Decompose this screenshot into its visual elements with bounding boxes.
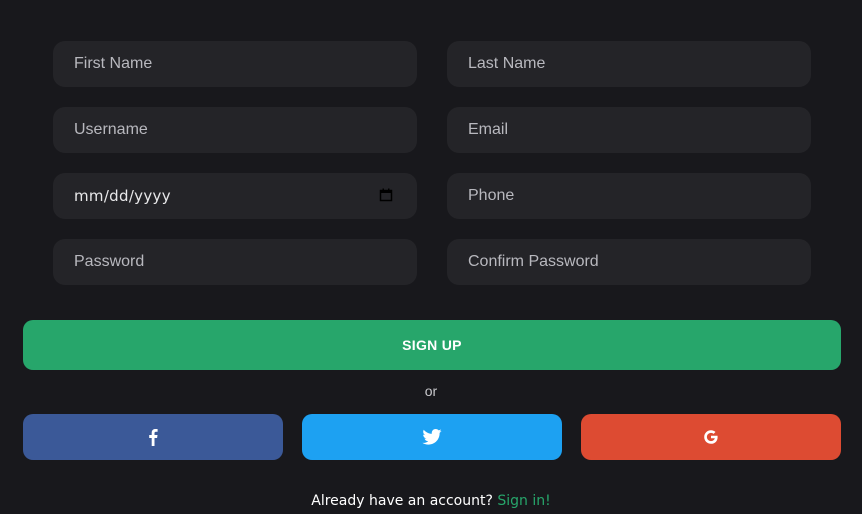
- confirm-password-input[interactable]: Confirm Password: [447, 239, 811, 285]
- last-name-input[interactable]: Last Name: [447, 41, 811, 87]
- first-name-input[interactable]: First Name: [53, 41, 417, 87]
- facebook-login-button[interactable]: [23, 414, 283, 460]
- or-divider: or: [424, 383, 438, 399]
- password-input[interactable]: Password: [53, 239, 417, 285]
- calendar-icon[interactable]: [379, 188, 393, 202]
- twitter-login-button[interactable]: [302, 414, 562, 460]
- facebook-icon: [149, 429, 158, 446]
- twitter-icon: [422, 429, 442, 445]
- date-of-birth-input[interactable]: mm/dd/yyyy: [53, 173, 417, 219]
- email-input[interactable]: Email: [447, 107, 811, 153]
- sign-in-link[interactable]: Sign in!: [497, 493, 550, 509]
- google-icon: [704, 430, 718, 444]
- google-login-button[interactable]: [581, 414, 841, 460]
- sign-up-button[interactable]: SIGN UP: [23, 320, 841, 370]
- phone-input[interactable]: Phone: [447, 173, 811, 219]
- username-input[interactable]: Username: [53, 107, 417, 153]
- sign-in-prompt: Already have an account? Sign in!: [311, 493, 551, 509]
